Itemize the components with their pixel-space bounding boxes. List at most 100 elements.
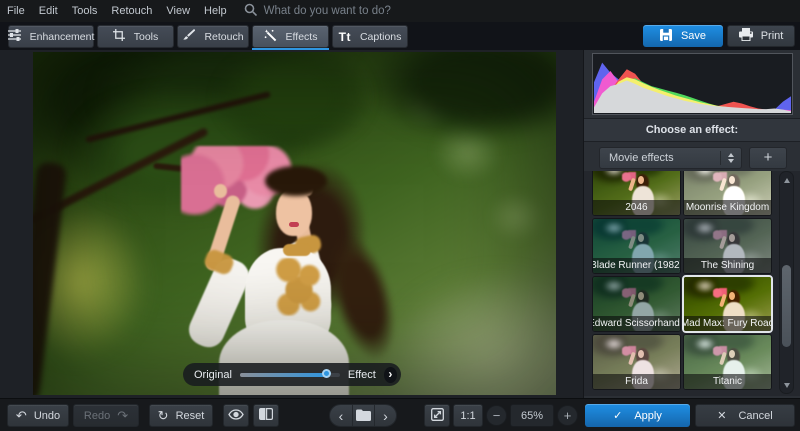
search-icon	[244, 3, 257, 19]
before-after-icon	[259, 408, 273, 423]
effect-name: Mad Max: Fury Road	[684, 316, 771, 331]
print-button[interactable]: Print	[727, 25, 795, 47]
effect-name: 2046	[593, 200, 680, 215]
captions-icon: Tt	[339, 30, 351, 44]
tab-label: Captions	[360, 31, 401, 43]
zoom-in-button[interactable]: +	[557, 405, 578, 426]
menu-item-view[interactable]: View	[159, 0, 197, 22]
search-input[interactable]: What do you want to do?	[244, 3, 391, 19]
redo-label: Redo	[84, 410, 110, 422]
original-label: Original	[194, 369, 232, 381]
effect-thumbnail-selected[interactable]: Mad Max: Fury Road	[684, 277, 771, 331]
before-after-slider: Original Effect ›	[183, 363, 401, 386]
search-placeholder: What do you want to do?	[264, 5, 391, 17]
effect-name: The Shining	[684, 258, 771, 273]
check-icon: ✓	[613, 409, 622, 422]
undo-button[interactable]: ↶ Undo	[7, 404, 69, 427]
panel-header: Choose an effect:	[584, 118, 800, 142]
compare-slider-handle[interactable]	[322, 369, 331, 378]
selected-category: Movie effects	[600, 152, 720, 164]
menu-item-help[interactable]: Help	[197, 0, 234, 22]
effect-name: Titanic	[684, 374, 771, 389]
eye-icon	[228, 409, 244, 423]
toolbar: Enhancement Tools Retouch Effects Tt Cap…	[0, 22, 800, 50]
effect-thumbnail[interactable]: Frida	[593, 335, 680, 389]
reset-button[interactable]: ↻ Reset	[149, 404, 213, 427]
effect-label: Effect	[348, 369, 376, 381]
chevron-left-icon: ‹	[339, 408, 344, 424]
effects-panel: Choose an effect: Movie effects + 2046 M…	[583, 50, 800, 398]
spinner-arrows-icon	[720, 151, 741, 165]
effect-thumbnail[interactable]: Titanic	[684, 335, 771, 389]
folder-icon	[356, 408, 371, 424]
floppy-icon	[660, 29, 672, 44]
effect-thumbnail[interactable]: The Shining	[684, 219, 771, 273]
effects-scrollbar[interactable]	[779, 171, 794, 394]
effect-thumbnail[interactable]: 2046	[593, 171, 680, 215]
add-effect-button[interactable]: +	[749, 147, 787, 169]
tab-label: Retouch	[204, 31, 243, 43]
close-icon: ✕	[717, 409, 726, 422]
before-after-view-button[interactable]	[253, 404, 279, 427]
effect-name: Moonrise Kingdom	[684, 200, 771, 215]
chevron-right-icon: ›	[383, 408, 388, 424]
open-folder-button[interactable]	[352, 404, 374, 427]
next-effect-button[interactable]: ›	[384, 367, 397, 383]
tab-label: Enhancement	[30, 31, 95, 43]
effect-thumbnail[interactable]: Moonrise Kingdom	[684, 171, 771, 215]
histogram	[594, 55, 791, 113]
photo-editor-window: File Edit Tools Retouch View Help What d…	[0, 0, 800, 431]
histogram-panel	[592, 53, 793, 115]
effect-name: Blade Runner (1982)	[593, 258, 680, 273]
apply-button[interactable]: ✓ Apply	[585, 404, 690, 427]
print-label: Print	[761, 30, 784, 42]
photo-canvas: Original Effect ›	[33, 52, 556, 395]
scroll-up-icon[interactable]	[780, 174, 793, 186]
printer-icon	[739, 28, 753, 44]
effect-category-select[interactable]: Movie effects	[599, 147, 742, 169]
next-image-button[interactable]: ›	[374, 404, 396, 427]
brush-icon	[182, 29, 195, 44]
menu-item-retouch[interactable]: Retouch	[104, 0, 159, 22]
ratio-label: 1:1	[460, 410, 475, 422]
fit-screen-icon	[431, 408, 444, 424]
magic-wand-icon	[264, 29, 277, 45]
scroll-down-icon[interactable]	[780, 379, 793, 391]
previous-image-button[interactable]: ‹	[330, 404, 352, 427]
show-original-button[interactable]	[223, 404, 249, 427]
fit-to-screen-button[interactable]	[424, 404, 450, 427]
file-navigation-group: ‹ ›	[329, 404, 397, 427]
menu-item-edit[interactable]: Edit	[32, 0, 65, 22]
compare-slider-track[interactable]	[240, 373, 340, 377]
zoom-level[interactable]: 65%	[510, 404, 554, 427]
effect-name: Edward Scissorhands	[593, 316, 680, 331]
compare-slider-fill	[240, 373, 328, 377]
main-area: Original Effect › Choose an effect: Movi…	[0, 50, 800, 398]
menu-item-file[interactable]: File	[0, 0, 32, 22]
apply-label: Apply	[634, 410, 662, 422]
bottom-toolbar: ↶ Undo Redo ↷ ↻ Reset ‹ ›	[0, 398, 800, 431]
minus-icon: −	[493, 409, 501, 422]
save-button[interactable]: Save	[643, 25, 723, 47]
effects-list: 2046 Moonrise Kingdom Blade Runner (1982…	[584, 171, 800, 396]
actual-size-button[interactable]: 1:1	[453, 404, 483, 427]
sliders-icon	[8, 29, 21, 44]
reset-label: Reset	[176, 410, 205, 422]
scrollbar-thumb[interactable]	[782, 265, 791, 347]
undo-icon: ↶	[16, 409, 27, 422]
tab-label: Tools	[134, 31, 159, 43]
cancel-button[interactable]: ✕ Cancel	[695, 404, 795, 427]
tab-label: Effects	[286, 31, 318, 43]
effect-thumbnail[interactable]: Blade Runner (1982)	[593, 219, 680, 273]
zoom-out-button[interactable]: −	[486, 405, 507, 426]
redo-button[interactable]: Redo ↷	[73, 404, 139, 427]
reset-icon: ↻	[158, 409, 169, 422]
tab-captions[interactable]: Tt Captions	[332, 25, 408, 48]
menu-item-tools[interactable]: Tools	[65, 0, 105, 22]
chevron-right-icon: ›	[388, 368, 392, 380]
tab-enhancement[interactable]: Enhancement	[8, 25, 94, 48]
tab-effects[interactable]: Effects	[252, 25, 329, 48]
effect-thumbnail[interactable]: Edward Scissorhands	[593, 277, 680, 331]
tab-tools[interactable]: Tools	[97, 25, 174, 48]
tab-retouch[interactable]: Retouch	[177, 25, 249, 48]
